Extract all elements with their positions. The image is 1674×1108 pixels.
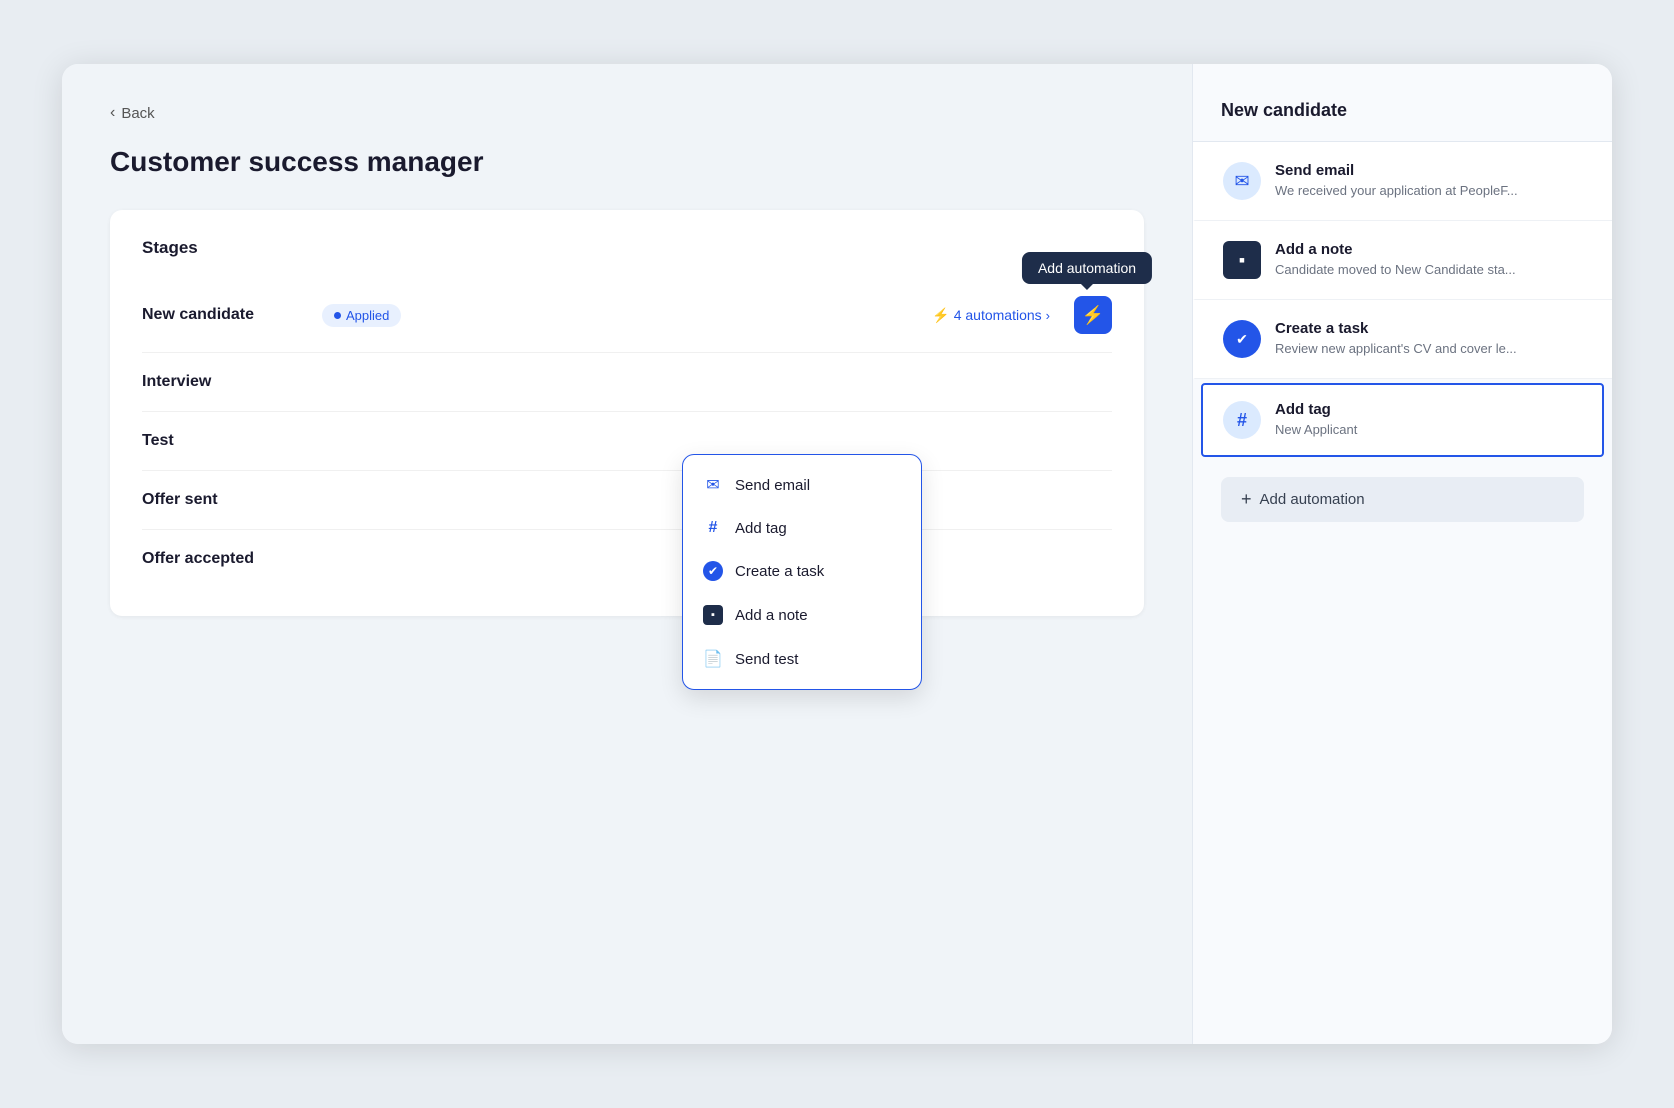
dropdown-menu: ✉ Send email # Add tag ✔ Create a task ▪… (682, 454, 922, 690)
automation-name-send-email: Send email (1275, 162, 1518, 179)
create-task-icon-wrap: ✔ (1223, 320, 1261, 358)
stage-name-test: Test (142, 432, 322, 450)
right-panel-title: New candidate (1193, 100, 1612, 142)
chevron-right-icon: › (1046, 308, 1050, 323)
add-automation-tooltip: Add automation (1022, 252, 1152, 284)
automations-link[interactable]: ⚡ 4 automations › (932, 307, 1050, 324)
add-note-icon-wrap: ▪ (1223, 241, 1261, 279)
chevron-left-icon: ‹ (110, 104, 115, 122)
stage-row-new-candidate: New candidate Applied ⚡ 4 automations › … (142, 278, 1112, 353)
dropdown-item-label-send-test: Send test (735, 651, 798, 668)
badge-dot (334, 312, 341, 319)
stage-row-test: Test (142, 412, 1112, 471)
dropdown-item-label-create-task: Create a task (735, 563, 824, 580)
automation-desc-add-note: Candidate moved to New Candidate sta... (1275, 262, 1516, 277)
automations-count: 4 automations (954, 307, 1042, 323)
dropdown-item-add-tag[interactable]: # Add tag (683, 507, 921, 549)
page-title: Customer success manager (110, 146, 1144, 178)
stage-badge-applied: Applied (322, 304, 401, 327)
automation-desc-create-task: Review new applicant's CV and cover le..… (1275, 341, 1517, 356)
automation-text-add-note: Add a note Candidate moved to New Candid… (1275, 241, 1516, 277)
automation-name-create-task: Create a task (1275, 320, 1517, 337)
stage-name-interview: Interview (142, 373, 322, 391)
back-label: Back (121, 105, 154, 122)
stage-name-new-candidate: New candidate (142, 306, 322, 324)
stage-row-interview: Interview (142, 353, 1112, 412)
email-icon: ✉ (703, 475, 723, 495)
right-panel: New candidate ✉ Send email We received y… (1192, 64, 1612, 1044)
hash-icon-right: # (1237, 410, 1247, 431)
automation-text-send-email: Send email We received your application … (1275, 162, 1518, 198)
automation-item-create-task[interactable]: ✔ Create a task Review new applicant's C… (1193, 300, 1612, 379)
automation-desc-add-tag: New Applicant (1275, 422, 1357, 437)
stage-row-offer-sent: Offer sent (142, 471, 1112, 530)
automation-name-add-note: Add a note (1275, 241, 1516, 258)
dropdown-item-send-test[interactable]: 📄 Send test (683, 637, 921, 681)
tooltip-label: Add automation (1038, 260, 1136, 276)
automation-item-add-tag[interactable]: # Add tag New Applicant (1201, 383, 1604, 457)
automation-desc-send-email: We received your application at PeopleF.… (1275, 183, 1518, 198)
add-automation-label: Add automation (1260, 491, 1365, 508)
lightning-icon-small: ⚡ (932, 307, 949, 324)
automation-text-add-tag: Add tag New Applicant (1275, 401, 1357, 437)
left-panel: ‹ Back Customer success manager Stages N… (62, 64, 1192, 1044)
automation-item-send-email[interactable]: ✉ Send email We received your applicatio… (1193, 142, 1612, 221)
stage-row-offer-accepted: Offer accepted (142, 530, 1112, 588)
add-automation-right-button[interactable]: + Add automation (1221, 477, 1584, 522)
back-link[interactable]: ‹ Back (110, 104, 1144, 122)
send-email-icon-wrap: ✉ (1223, 162, 1261, 200)
note-icon-right: ▪ (1239, 250, 1245, 271)
hash-icon: # (703, 519, 723, 537)
automation-item-add-note[interactable]: ▪ Add a note Candidate moved to New Cand… (1193, 221, 1612, 300)
check-icon: ✔ (703, 561, 723, 581)
email-icon-right: ✉ (1234, 171, 1249, 192)
lightning-icon: ⚡ (1082, 305, 1104, 326)
stages-title: Stages (142, 238, 1112, 258)
dropdown-item-label-add-tag: Add tag (735, 520, 787, 537)
stage-name-offer-accepted: Offer accepted (142, 550, 322, 568)
dropdown-item-create-task[interactable]: ✔ Create a task (683, 549, 921, 593)
dropdown-item-label-add-note: Add a note (735, 607, 808, 624)
automation-text-create-task: Create a task Review new applicant's CV … (1275, 320, 1517, 356)
stages-card: Stages New candidate Applied ⚡ 4 automat… (110, 210, 1144, 616)
dropdown-item-add-note[interactable]: ▪ Add a note (683, 593, 921, 637)
doc-icon: 📄 (703, 649, 723, 669)
badge-label: Applied (346, 308, 389, 323)
dropdown-item-send-email[interactable]: ✉ Send email (683, 463, 921, 507)
dropdown-item-label-send-email: Send email (735, 477, 810, 494)
plus-icon: + (1241, 489, 1252, 510)
stage-name-offer-sent: Offer sent (142, 491, 322, 509)
add-tag-icon-wrap: # (1223, 401, 1261, 439)
check-icon-right: ✔ (1236, 331, 1248, 348)
note-icon: ▪ (703, 605, 723, 625)
automation-name-add-tag: Add tag (1275, 401, 1357, 418)
add-automation-button[interactable]: ⚡ (1074, 296, 1112, 334)
